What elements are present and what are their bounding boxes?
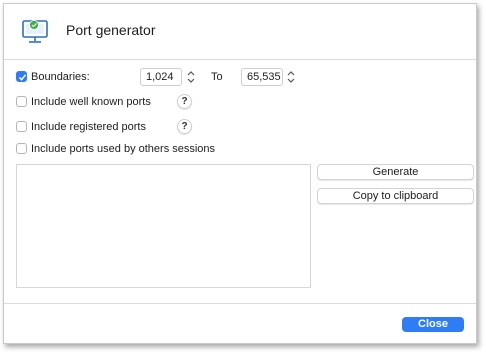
well-known-ports-checkbox[interactable] <box>16 96 27 107</box>
registered-ports-checkbox[interactable] <box>16 121 27 132</box>
close-button[interactable]: Close <box>402 317 464 332</box>
other-sessions-ports-label: Include ports used by others sessions <box>31 143 216 155</box>
monitor-network-icon <box>22 20 48 43</box>
dialog-header: Port generator <box>4 4 476 60</box>
other-sessions-ports-checkbox[interactable] <box>16 143 27 154</box>
boundaries-label: Boundaries: <box>31 71 90 83</box>
boundary-from-input[interactable]: 1,024 <box>140 68 182 86</box>
checkmark-icon <box>18 74 27 81</box>
registered-ports-help-button[interactable]: ? <box>177 119 192 134</box>
footer-divider <box>4 303 476 304</box>
well-known-ports-help-button[interactable]: ? <box>177 94 192 109</box>
boundaries-checkbox[interactable] <box>16 71 27 82</box>
registered-ports-label: Include registered ports <box>31 121 146 133</box>
generate-button[interactable]: Generate <box>317 164 474 180</box>
generated-ports-output[interactable] <box>16 164 311 288</box>
to-stepper[interactable] <box>286 69 296 85</box>
port-generator-dialog: Port generator Boundaries: 1,024 To 65,5… <box>3 3 477 344</box>
dialog-title: Port generator <box>66 22 156 38</box>
to-label: To <box>211 71 223 83</box>
well-known-ports-label: Include well known ports <box>31 96 151 108</box>
from-stepper[interactable] <box>186 69 196 85</box>
copy-to-clipboard-button[interactable]: Copy to clipboard <box>317 188 474 204</box>
boundary-to-input[interactable]: 65,535 <box>241 68 283 86</box>
